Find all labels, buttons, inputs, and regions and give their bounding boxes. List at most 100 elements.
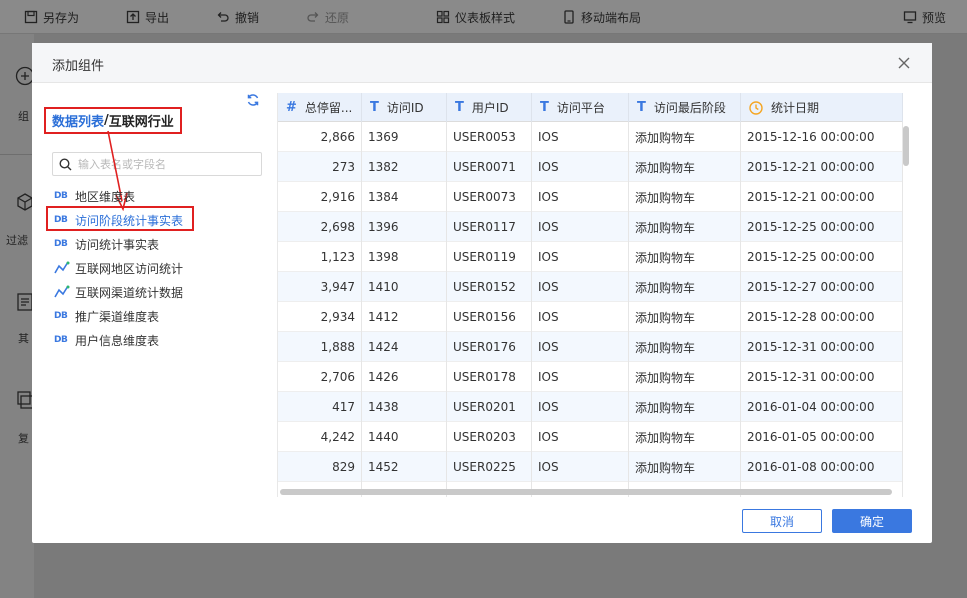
cancel-button[interactable]: 取消 xyxy=(742,509,822,533)
tree-item-visit-stats-fact[interactable]: DB 访问统计事实表 xyxy=(52,232,252,256)
redo-button[interactable]: 还原 xyxy=(306,0,349,34)
refresh-icon[interactable] xyxy=(246,93,260,107)
table-row: 829 1452 USER0225 IOS 添加购物车 2016-01-08 00:00:… xyxy=(278,452,903,482)
breadcrumb-data-list-link[interactable]: 数据列表 xyxy=(52,111,104,130)
close-icon[interactable] xyxy=(896,55,912,71)
table-cell: 1384 xyxy=(362,182,447,212)
horizontal-scrollbar[interactable] xyxy=(280,489,892,495)
tree-item-internet-channel-stats[interactable]: 互联网渠道统计数据 xyxy=(52,280,252,304)
confirm-button[interactable]: 确定 xyxy=(832,509,912,533)
vertical-scrollbar[interactable] xyxy=(903,126,909,166)
table-cell: 1452 xyxy=(362,452,447,482)
table-cell: 添加购物车 xyxy=(629,332,741,362)
text-type-icon: T xyxy=(540,100,549,115)
column-header-last-stage[interactable]: T 访问最后阶段 xyxy=(629,93,741,122)
table-cell: 添加购物车 xyxy=(629,362,741,392)
table-row: 273 1382 USER0071 IOS 添加购物车 2015-12-21 00:00:… xyxy=(278,152,903,182)
preview-button[interactable]: 预览 xyxy=(903,0,946,34)
table-cell: 2015-12-21 00:00:00 xyxy=(741,182,903,212)
table-cell: 4,242 xyxy=(278,422,362,452)
grid-icon xyxy=(436,10,450,24)
table-cell: USER0156 xyxy=(447,302,532,332)
table-cell: 2015-12-27 00:00:00 xyxy=(741,272,903,302)
table-cell: 添加购物车 xyxy=(629,242,741,272)
redo-label: 还原 xyxy=(325,10,350,25)
table-cell: 1382 xyxy=(362,152,447,182)
table-cell: USER0178 xyxy=(447,362,532,392)
table-cell: IOS xyxy=(532,122,629,152)
table-cell: USER0203 xyxy=(447,422,532,452)
column-header-label: 访问最后阶段 xyxy=(653,101,726,115)
column-header-label: 访问平台 xyxy=(556,101,605,115)
dashboard-style-button[interactable]: 仪表板样式 xyxy=(436,0,515,34)
table-cell: 2,916 xyxy=(278,182,362,212)
table-cell: 2015-12-16 00:00:00 xyxy=(741,122,903,152)
export-icon xyxy=(126,10,140,24)
db-table-icon: DB xyxy=(54,335,68,345)
tree-item-visit-stage-fact[interactable]: DB 访问阶段统计事实表 xyxy=(52,208,252,232)
table-cell: 2015-12-31 00:00:00 xyxy=(741,362,903,392)
tree-item-label: 互联网地区访问统计 xyxy=(75,261,184,276)
table-cell: USER0201 xyxy=(447,392,532,422)
table-cell: 添加购物车 xyxy=(629,122,741,152)
text-type-icon: T xyxy=(370,100,379,115)
table-cell: IOS xyxy=(532,392,629,422)
top-toolbar: 另存为 导出 撤销 还原 仪表板样式 移动端布局 预览 xyxy=(0,0,967,34)
table-cell: USER0176 xyxy=(447,332,532,362)
table-cell: 添加购物车 xyxy=(629,272,741,302)
export-label: 导出 xyxy=(145,10,170,25)
column-header-stat-date[interactable]: 统计日期 xyxy=(741,93,903,122)
column-header-dwell-time[interactable]: # 总停留... xyxy=(278,93,362,122)
column-header-visit-id[interactable]: T 访问ID xyxy=(362,93,447,122)
tree-item-region-dim[interactable]: DB 地区维度表 xyxy=(52,184,252,208)
table-cell: 1440 xyxy=(362,422,447,452)
text-type-icon: T xyxy=(455,100,464,115)
table-cell: 1369 xyxy=(362,122,447,152)
db-table-icon: DB xyxy=(54,215,68,225)
tree-item-internet-region-stats[interactable]: 互联网地区访问统计 xyxy=(52,256,252,280)
table-cell: 2,866 xyxy=(278,122,362,152)
table-cell: 2015-12-21 00:00:00 xyxy=(741,152,903,182)
undo-button[interactable]: 撤销 xyxy=(216,0,259,34)
table-cell: 添加购物车 xyxy=(629,422,741,452)
undo-label: 撤销 xyxy=(235,10,260,25)
save-as-button[interactable]: 另存为 xyxy=(24,0,79,34)
table-cell: 273 xyxy=(278,152,362,182)
tree-item-user-info-dim[interactable]: DB 用户信息维度表 xyxy=(52,328,252,352)
table-cell: IOS xyxy=(532,362,629,392)
table-cell: 1396 xyxy=(362,212,447,242)
table-cell: IOS xyxy=(532,452,629,482)
db-table-icon: DB xyxy=(54,239,68,249)
table-cell: IOS xyxy=(532,332,629,362)
export-button[interactable]: 导出 xyxy=(126,0,169,34)
table-row: 3,947 1410 USER0152 IOS 添加购物车 2015-12-27 00:0… xyxy=(278,272,903,302)
table-cell: 添加购物车 xyxy=(629,182,741,212)
undo-icon xyxy=(217,12,229,22)
tree-item-label: 互联网渠道统计数据 xyxy=(75,285,184,300)
table-row: 1,888 1424 USER0176 IOS 添加购物车 2015-12-31 00:0… xyxy=(278,332,903,362)
sidebar-label-4: 复 xyxy=(18,432,29,445)
table-row: 2,706 1426 USER0178 IOS 添加购物车 2015-12-31 00:0… xyxy=(278,362,903,392)
monitor-icon xyxy=(903,11,917,24)
redo-icon xyxy=(307,12,319,22)
sidebar-divider xyxy=(0,154,34,155)
table-cell: 添加购物车 xyxy=(629,452,741,482)
column-header-user-id[interactable]: T 用户ID xyxy=(447,93,532,122)
etl-table-icon xyxy=(54,261,70,274)
table-cell: 1424 xyxy=(362,332,447,362)
table-cell: 2,706 xyxy=(278,362,362,392)
sidebar-label-3: 其 xyxy=(18,332,29,345)
table-cell: 2,698 xyxy=(278,212,362,242)
column-header-label: 总停留... xyxy=(304,101,353,115)
table-row: 1,123 1398 USER0119 IOS 添加购物车 2015-12-25 00:0… xyxy=(278,242,903,272)
db-table-icon: DB xyxy=(54,311,68,321)
tree-item-label: 访问统计事实表 xyxy=(75,237,160,252)
mobile-layout-button[interactable]: 移动端布局 xyxy=(562,0,641,34)
table-cell: 添加购物车 xyxy=(629,392,741,422)
tree-item-promo-channel-dim[interactable]: DB 推广渠道维度表 xyxy=(52,304,252,328)
table-cell: IOS xyxy=(532,182,629,212)
tree-item-label: 推广渠道维度表 xyxy=(75,309,160,324)
column-header-platform[interactable]: T 访问平台 xyxy=(532,93,629,122)
table-search-box xyxy=(52,152,262,176)
table-cell: USER0119 xyxy=(447,242,532,272)
